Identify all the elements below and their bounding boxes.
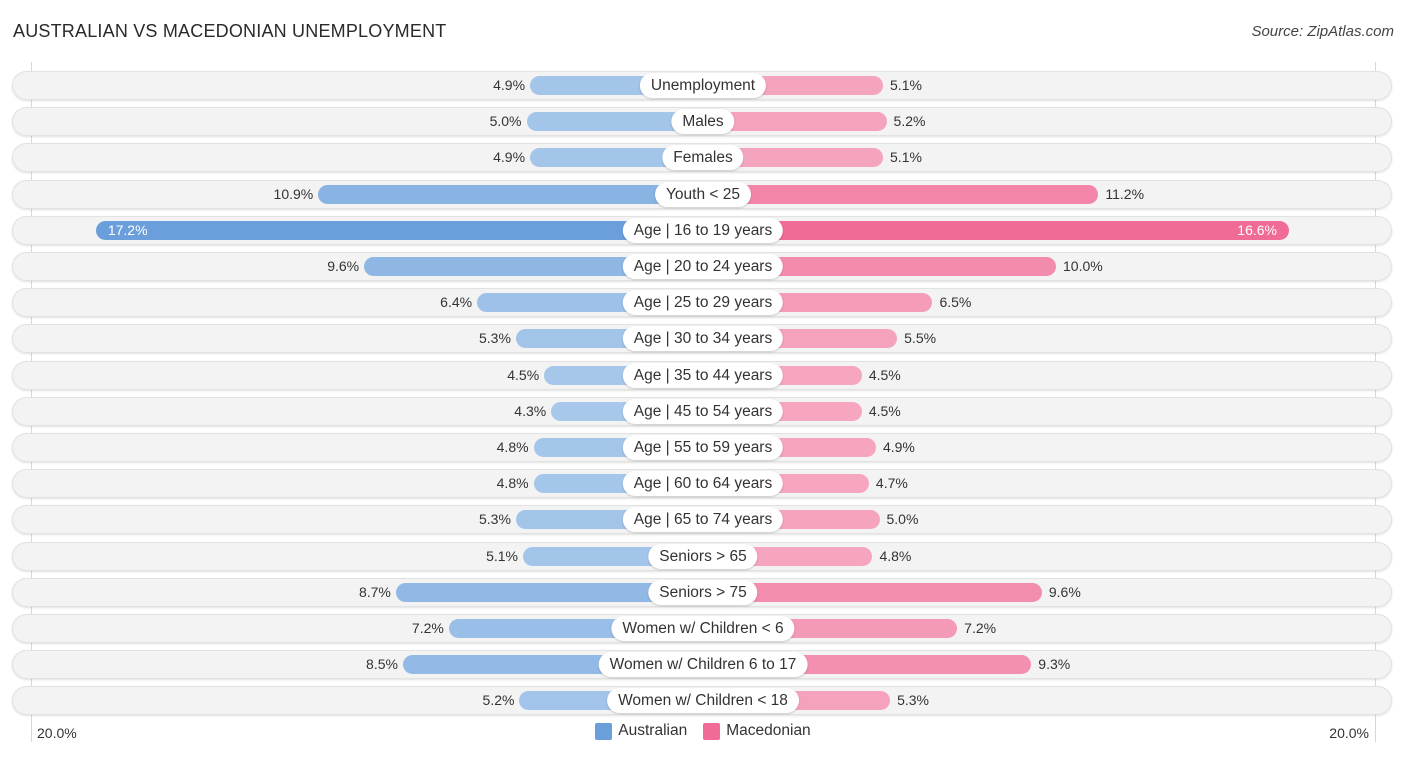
category-label: Seniors > 75 <box>648 580 758 605</box>
category-label: Youth < 25 <box>655 182 751 207</box>
value-label-macedonian: 4.7% <box>875 475 908 491</box>
value-label-australian: 4.8% <box>496 439 529 455</box>
value-label-australian: 4.9% <box>493 77 526 93</box>
value-label-macedonian: 5.0% <box>886 511 919 527</box>
value-label-macedonian: 9.6% <box>1048 584 1081 600</box>
chart-area: 4.9% 5.1% Unemployment 5.0% 5.2% Males 4.9% 5.1… <box>0 0 1406 757</box>
category-label: Males <box>671 109 735 134</box>
category-label: Age | 45 to 54 years <box>622 399 784 424</box>
value-label-macedonian: 10.0% <box>1063 258 1103 274</box>
category-label: Age | 65 to 74 years <box>622 507 784 532</box>
value-label-macedonian: 5.3% <box>897 692 929 708</box>
category-label: Women w/ Children 6 to 17 <box>598 652 808 677</box>
value-label-australian: 8.7% <box>358 584 391 600</box>
value-label-australian: 5.0% <box>489 113 522 129</box>
category-label: Age | 60 to 64 years <box>622 471 784 496</box>
category-label: Age | 25 to 29 years <box>622 290 784 315</box>
value-label-australian: 4.8% <box>496 475 529 491</box>
value-label-australian: 7.2% <box>411 620 444 636</box>
value-label-macedonian: 16.6% <box>1237 222 1277 238</box>
value-label-macedonian: 4.8% <box>879 548 912 564</box>
value-label-macedonian: 4.9% <box>882 439 915 455</box>
value-label-macedonian: 9.3% <box>1038 656 1071 672</box>
category-label: Females <box>662 145 744 170</box>
bar-australian[interactable] <box>318 185 703 204</box>
value-label-australian: 4.5% <box>507 367 540 383</box>
category-label: Age | 30 to 34 years <box>622 326 784 351</box>
category-label: Age | 16 to 19 years <box>622 218 784 243</box>
bar-australian[interactable] <box>95 221 703 240</box>
value-label-australian: 5.3% <box>479 511 511 527</box>
value-label-australian: 5.2% <box>482 692 515 708</box>
value-label-macedonian: 5.1% <box>890 77 922 93</box>
category-label: Women w/ Children < 18 <box>607 688 799 713</box>
bar-macedonian[interactable] <box>703 185 1099 204</box>
value-label-australian: 4.9% <box>493 149 526 165</box>
value-label-australian: 9.6% <box>327 258 360 274</box>
legend-swatch-australian <box>595 722 613 740</box>
category-label: Age | 20 to 24 years <box>622 254 784 279</box>
category-label: Unemployment <box>639 73 767 98</box>
legend-item-australian[interactable]: Australian <box>595 722 687 740</box>
category-label: Age | 35 to 44 years <box>622 363 784 388</box>
legend-swatch-macedonian <box>703 722 721 740</box>
value-label-australian: 17.2% <box>107 222 148 238</box>
value-label-macedonian: 11.2% <box>1105 186 1145 202</box>
legend-label-australian: Australian <box>618 722 688 739</box>
value-label-macedonian: 5.1% <box>890 149 922 165</box>
legend-label-macedonian: Macedonian <box>726 722 811 739</box>
value-label-australian: 6.4% <box>440 294 473 310</box>
legend-item-macedonian[interactable]: Macedonian <box>703 722 811 740</box>
legend: Australian Macedonian <box>0 722 1406 740</box>
value-label-australian: 4.3% <box>514 403 547 419</box>
value-label-australian: 10.9% <box>273 186 314 202</box>
value-label-macedonian: 5.5% <box>904 330 937 346</box>
value-label-australian: 5.3% <box>479 330 511 346</box>
bar-macedonian[interactable] <box>703 221 1289 240</box>
value-label-macedonian: 7.2% <box>964 620 997 636</box>
value-label-australian: 8.5% <box>366 656 398 672</box>
value-label-australian: 5.1% <box>486 548 518 564</box>
value-label-macedonian: 6.5% <box>939 294 972 310</box>
value-label-macedonian: 4.5% <box>868 367 901 383</box>
category-label: Age | 55 to 59 years <box>622 435 784 460</box>
category-label: Women w/ Children < 6 <box>611 616 795 641</box>
value-label-macedonian: 4.5% <box>868 403 901 419</box>
value-label-macedonian: 5.2% <box>893 113 926 129</box>
category-label: Seniors > 65 <box>648 544 758 569</box>
